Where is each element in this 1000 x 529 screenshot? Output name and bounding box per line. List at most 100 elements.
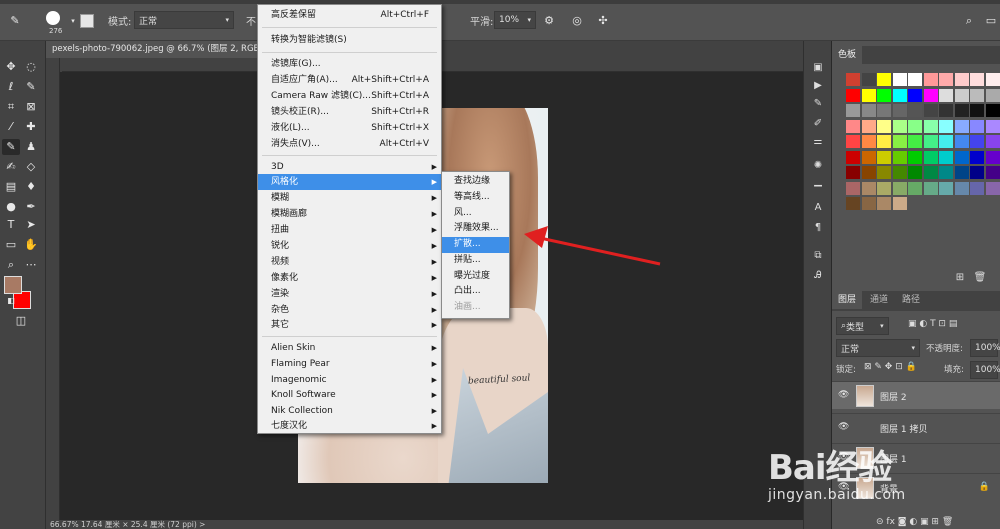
color-swatch[interactable] [939, 119, 953, 133]
color-swatch[interactable] [939, 73, 953, 86]
layer-filter-icons[interactable]: ▣ ◐ T ⊡ ▤ [908, 319, 957, 329]
color-swatch[interactable] [861, 88, 876, 102]
stamp-tool-icon[interactable]: ♟ [22, 139, 40, 155]
menu-item-liquify[interactable]: 液化(L)... Shift+Ctrl+X [258, 120, 441, 136]
color-swatch[interactable] [970, 150, 984, 164]
glyphs-icon[interactable]: Ꭿ [810, 269, 826, 283]
submenu-item-extrude[interactable]: 凸出... [442, 284, 509, 300]
shape-tool-icon[interactable]: ▭ [2, 237, 20, 253]
default-colors-icon[interactable]: ◧ [2, 293, 20, 309]
color-swatch[interactable] [908, 150, 922, 164]
history-brush-icon[interactable]: ✍ [2, 159, 20, 175]
color-swatch[interactable] [861, 181, 876, 195]
menu-item-flaming-pear[interactable]: Flaming Pear ▶ [258, 356, 441, 372]
menu-item-alien-skin[interactable]: Alien Skin ▶ [258, 340, 441, 356]
menu-item-knoll-software[interactable]: Knoll Software ▶ [258, 387, 441, 403]
marquee-tool-icon[interactable]: ◌ [22, 59, 40, 75]
color-swatch[interactable] [954, 150, 969, 164]
color-swatch[interactable] [892, 135, 907, 148]
menu-item-convert-smart-filter[interactable]: 转换为智能滤镜(S) [258, 32, 441, 48]
tab-layers[interactable]: 图层 [832, 291, 863, 309]
color-swatch[interactable] [923, 135, 938, 148]
submenu-item-find-edges[interactable]: 查找边缘 [442, 174, 509, 190]
menu-item-adaptive-wide-angle[interactable]: 自适应广角(A)... Alt+Shift+Ctrl+A [258, 72, 441, 88]
color-swatch[interactable] [954, 73, 969, 86]
crop-tool-icon[interactable]: ⌗ [2, 99, 20, 115]
color-swatch[interactable] [861, 73, 876, 86]
color-swatch[interactable] [908, 135, 922, 148]
color-swatch[interactable] [954, 166, 969, 179]
color-swatch[interactable] [939, 135, 953, 148]
pen-tool-icon[interactable]: ✒ [22, 199, 40, 215]
menu-item-qidu-hanhua[interactable]: 七度汉化 ▶ [258, 418, 441, 434]
delete-swatch-icon[interactable]: 🗑 [972, 271, 988, 285]
color-swatch[interactable] [908, 88, 922, 102]
color-swatch[interactable] [939, 88, 953, 102]
menu-item-lens-correction[interactable]: 镜头校正(R)... Shift+Ctrl+R [258, 104, 441, 120]
menu-item-pixelate[interactable]: 像素化 ▶ [258, 270, 441, 286]
color-swatch[interactable] [939, 166, 953, 179]
color-swatch[interactable] [923, 119, 938, 133]
color-swatch[interactable] [908, 181, 922, 195]
color-swatch[interactable] [846, 197, 860, 210]
color-swatch[interactable] [877, 119, 891, 133]
menu-item-imagenomic[interactable]: Imagenomic ▶ [258, 372, 441, 388]
foreground-color-swatch[interactable] [4, 276, 22, 294]
color-swatch[interactable] [970, 104, 984, 117]
eye-icon[interactable]: 👁 [838, 422, 849, 432]
color-swatch[interactable] [846, 88, 860, 102]
menu-item-noise[interactable]: 杂色 ▶ [258, 302, 441, 318]
submenu-item-solarize[interactable]: 曝光过度 [442, 269, 509, 285]
color-swatch[interactable] [923, 150, 938, 164]
submenu-item-emboss[interactable]: 浮雕效果... [442, 221, 509, 237]
eye-icon[interactable]: 👁 [838, 390, 849, 400]
frame-tool-icon[interactable]: ⊠ [22, 99, 40, 115]
menu-item-camera-raw[interactable]: Camera Raw 滤镜(C)... Shift+Ctrl+A [258, 88, 441, 104]
color-swatch[interactable] [908, 119, 922, 133]
color-swatch[interactable] [861, 197, 876, 210]
hand-tool-icon[interactable]: ✋ [22, 237, 40, 253]
brush-panel-icon[interactable]: ✎ [810, 97, 826, 111]
histogram-icon[interactable]: ▁ [810, 175, 826, 189]
blend-mode-dropdown[interactable]: 正常 ▾ [836, 339, 920, 357]
symmetry-icon[interactable]: ✣ [594, 13, 612, 29]
eyedropper-icon[interactable]: ⁄ [2, 119, 20, 135]
menu-item-high-pass[interactable]: 高反差保留 Alt+Ctrl+F [258, 7, 441, 23]
submenu-item-diffuse[interactable]: 扩散... [442, 237, 509, 253]
play-action-icon[interactable]: ▶ [810, 79, 826, 93]
lasso-tool-icon[interactable]: ℓ [2, 79, 20, 95]
search-icon[interactable]: ⌕ [960, 13, 978, 29]
menu-item-nik-collection[interactable]: Nik Collection ▶ [258, 403, 441, 419]
color-swatch[interactable] [892, 150, 907, 164]
smooth-dropdown[interactable]: 10% ▾ [494, 11, 536, 29]
color-swatch[interactable] [954, 88, 969, 102]
dodge-tool-icon[interactable]: ● [2, 199, 20, 215]
layer-filter-dropdown[interactable]: ⌕ 类型 ▾ [836, 317, 889, 335]
tab-swatches[interactable]: 色板 [832, 46, 863, 64]
color-swatch[interactable] [877, 104, 891, 117]
color-swatch[interactable] [939, 181, 953, 195]
fill-field[interactable]: 100% [970, 361, 1000, 379]
color-swatch[interactable] [985, 119, 1000, 133]
color-swatch[interactable] [846, 119, 860, 133]
color-swatch[interactable] [877, 88, 891, 102]
menu-item-vanishing-point[interactable]: 消失点(V)... Alt+Ctrl+V [258, 136, 441, 152]
new-swatch-icon[interactable]: ⊞ [952, 271, 968, 285]
menu-item-3d[interactable]: 3D ▶ [258, 159, 441, 175]
adjust-panel-icon[interactable]: ⚌ [810, 135, 826, 149]
character-panel-icon[interactable]: A [810, 201, 826, 215]
brush-tool-icon[interactable]: ✎ [6, 13, 24, 29]
color-swatch[interactable] [923, 181, 938, 195]
menu-item-other[interactable]: 其它 ▶ [258, 317, 441, 333]
submenu-item-wind[interactable]: 风... [442, 206, 509, 222]
move-tool-icon[interactable]: ✥ [2, 59, 20, 75]
color-panel-icon[interactable]: ✺ [810, 159, 826, 173]
color-swatch[interactable] [985, 88, 1000, 102]
mode-dropdown[interactable]: 正常 ▾ [134, 11, 234, 29]
color-swatch[interactable] [892, 104, 907, 117]
menu-item-render[interactable]: 渲染 ▶ [258, 286, 441, 302]
quick-select-icon[interactable]: ✎ [22, 79, 40, 95]
menu-item-video[interactable]: 视频 ▶ [258, 254, 441, 270]
color-swatch[interactable] [954, 135, 969, 148]
color-swatch[interactable] [877, 135, 891, 148]
